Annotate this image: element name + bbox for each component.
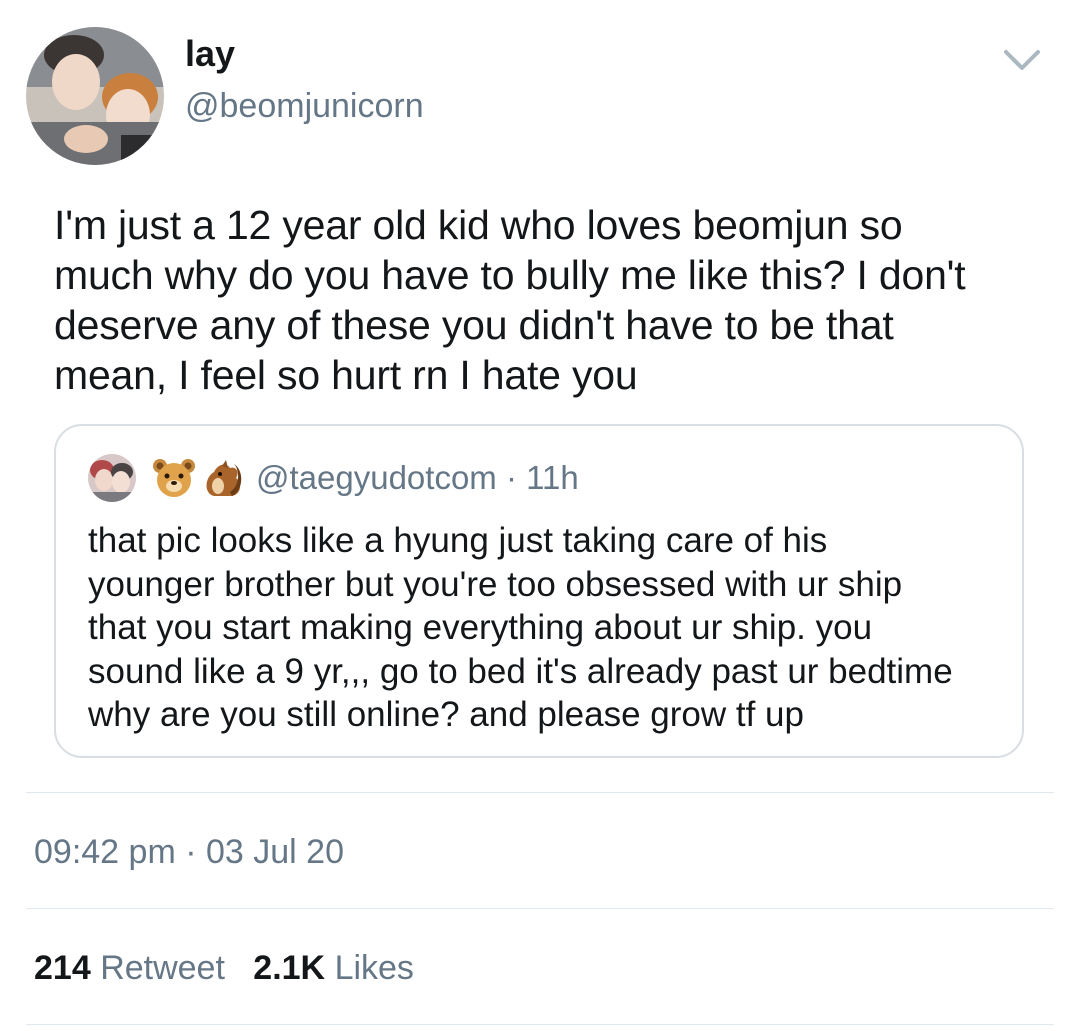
divider <box>26 1024 1054 1025</box>
likes-stat[interactable]: 2.1K Likes <box>253 949 414 987</box>
quoted-name-emoji <box>152 456 244 500</box>
quoted-tweet-text: that pic looks like a hyung just taking … <box>88 521 953 734</box>
tweet-text: I'm just a 12 year old kid who loves beo… <box>54 202 966 398</box>
author-handle[interactable]: @beomjunicorn <box>185 84 424 128</box>
retweets-count: 214 <box>34 949 91 987</box>
tweet-stats: 214 Retweet 2.1K Likes <box>34 946 414 990</box>
author-avatar[interactable] <box>26 27 164 165</box>
divider <box>26 792 1054 793</box>
tweet-time: 09:42 pm <box>34 833 176 871</box>
quoted-meta: @taegyudotcom · 11h <box>256 456 579 500</box>
retweets-stat[interactable]: 214 Retweet <box>34 949 234 987</box>
author-display-name[interactable]: lay <box>185 32 235 76</box>
quoted-tweet-card[interactable]: @taegyudotcom · 11h that pic looks like … <box>54 424 1024 758</box>
chevron-down-icon[interactable] <box>1000 40 1044 80</box>
likes-label: Likes <box>334 949 414 987</box>
tweet-timestamp[interactable]: 09:42 pm · 03 Jul 20 <box>34 830 344 874</box>
quoted-age[interactable]: 11h <box>526 459 579 496</box>
quoted-separator: · <box>505 459 517 496</box>
divider <box>26 908 1054 909</box>
tweet-date: 03 Jul 20 <box>206 833 344 871</box>
bear-face-icon <box>153 459 242 497</box>
timestamp-separator: · <box>185 833 197 871</box>
quoted-handle[interactable]: @taegyudotcom <box>256 459 497 496</box>
likes-count: 2.1K <box>253 949 326 987</box>
chipmunk-icon <box>206 460 242 496</box>
quoted-author-avatar <box>88 454 136 502</box>
retweets-label: Retweet <box>100 949 225 987</box>
